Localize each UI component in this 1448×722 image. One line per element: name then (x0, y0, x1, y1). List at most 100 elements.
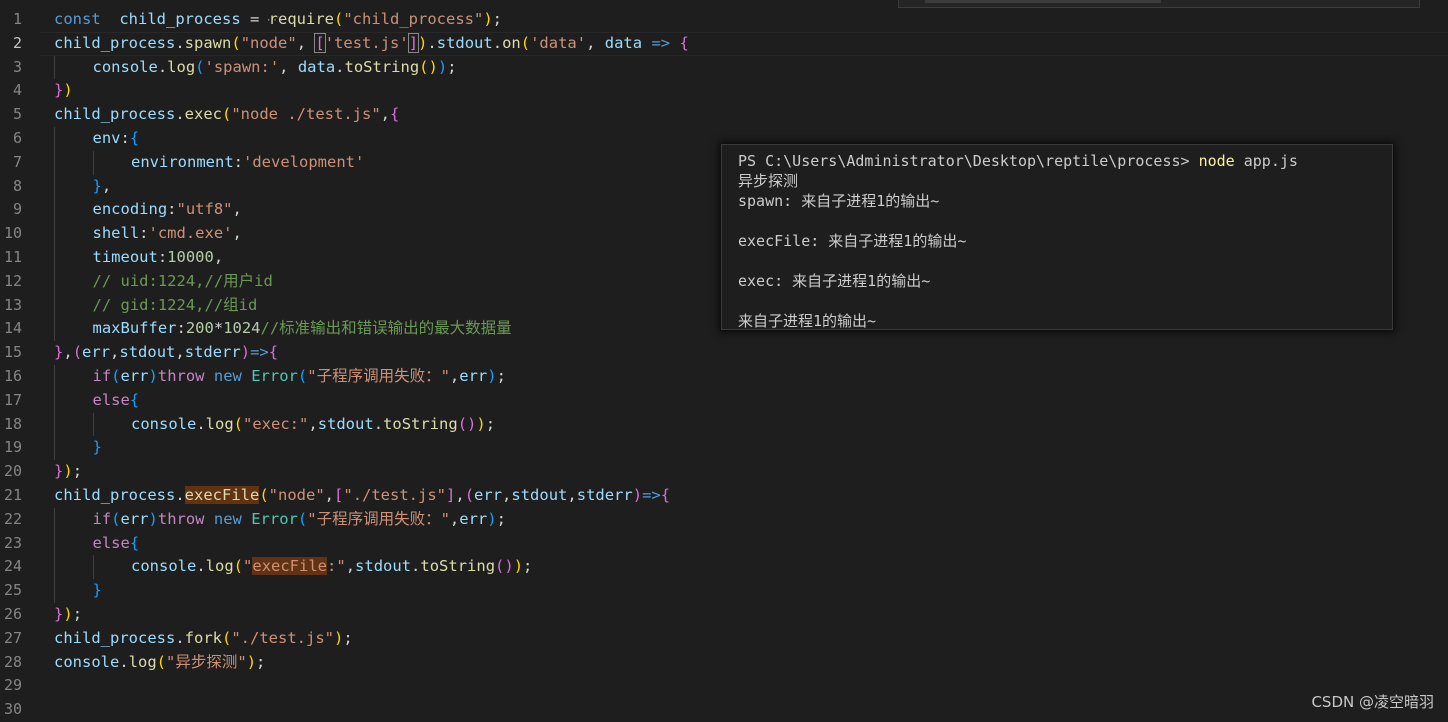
code-token: env (92, 128, 121, 147)
code-line[interactable]: 30 (0, 698, 1448, 722)
code-token: fork (184, 628, 222, 647)
code-text[interactable]: // gid:1224,//组id (93, 294, 258, 318)
line-number[interactable]: 26 (0, 603, 22, 627)
code-text[interactable]: if(err)throw new Error("子程序调用失败：",err); (93, 365, 506, 389)
code-token: , (455, 485, 465, 504)
code-text[interactable]: env:{ (93, 127, 140, 151)
line-number[interactable]: 17 (0, 389, 22, 413)
line-number[interactable]: 27 (0, 627, 22, 651)
find-input[interactable] (925, 0, 1161, 3)
code-line[interactable]: 24 console.log("execFile:",stdout.toStrin… (0, 555, 1448, 580)
code-editor[interactable]: 1 const child_process = require("child_pr… (0, 0, 1448, 722)
code-line[interactable]: 16 if(err)throw new Error("子程序调用失败：",err)… (0, 364, 1448, 389)
code-text[interactable]: timeout:10000, (93, 246, 224, 270)
code-text[interactable]: child_process.exec("node ./test.js",{ (54, 103, 399, 127)
line-number[interactable]: 12 (0, 270, 22, 294)
code-lines[interactable]: 1 const child_process = require("child_pr… (0, 8, 1448, 722)
code-text[interactable]: console.log("exec:",stdout.toString()); (131, 413, 495, 437)
code-token: . (492, 33, 503, 52)
code-line[interactable]: 22 if(err)throw new Error("子程序调用失败：",err)… (0, 507, 1448, 532)
line-number[interactable]: 3 (0, 56, 22, 80)
code-token: ) (487, 366, 497, 385)
code-token: encoding (92, 200, 168, 219)
line-number[interactable]: 13 (0, 294, 22, 318)
line-number[interactable]: 24 (0, 555, 22, 579)
code-text[interactable]: if(err)throw new Error("子程序调用失败：",err); (93, 508, 506, 532)
code-text[interactable]: console.log("execFile:",stdout.toString(… (131, 555, 532, 579)
line-number[interactable]: 15 (0, 341, 22, 365)
code-text[interactable]: child_process.spawn("node", ['test.js'])… (54, 32, 689, 56)
indent-guide (54, 222, 55, 246)
line-number[interactable]: 18 (0, 413, 22, 437)
code-text[interactable]: environment:'development' (131, 151, 364, 175)
code-text[interactable]: }) (54, 79, 73, 103)
line-number[interactable]: 16 (0, 365, 22, 389)
line-number[interactable]: 7 (0, 151, 22, 175)
code-line[interactable]: 18 console.log("exec:",stdout.toString())… (0, 412, 1448, 437)
line-number[interactable]: 1 (0, 8, 22, 32)
code-line[interactable]: 4}) (0, 79, 1448, 103)
line-number[interactable]: 11 (0, 246, 22, 270)
code-line[interactable]: 5 child_process.exec("node ./test.js",{ (0, 103, 1448, 127)
line-number[interactable]: 23 (0, 532, 22, 556)
code-text[interactable]: encoding:"utf8", (93, 198, 242, 222)
code-line[interactable]: 28 console.log("异步探测"); (0, 651, 1448, 675)
code-text[interactable]: child_process.execFile("node",["./test.j… (54, 484, 670, 508)
line-number[interactable]: 30 (0, 698, 22, 722)
code-text[interactable]: } (93, 436, 102, 460)
line-number[interactable]: 8 (0, 175, 22, 199)
code-line[interactable]: 17 else{ (0, 388, 1448, 413)
code-line[interactable]: 29 (0, 674, 1448, 698)
code-text[interactable]: },(err,stdout,stderr)=>{ (54, 341, 278, 365)
line-number[interactable]: 25 (0, 579, 22, 603)
code-text[interactable]: child_process.fork("./test.js"); (54, 627, 353, 651)
line-number[interactable]: 22 (0, 508, 22, 532)
code-token: stdout (317, 414, 374, 433)
code-token: . (373, 414, 384, 433)
line-number[interactable]: 21 (0, 484, 22, 508)
line-number[interactable]: 9 (0, 198, 22, 222)
code-text[interactable]: else{ (93, 532, 140, 556)
line-number[interactable]: 10 (0, 222, 22, 246)
line-number[interactable]: 6 (0, 127, 22, 151)
code-text[interactable]: }); (54, 460, 82, 484)
line-number[interactable]: 2 (0, 32, 22, 56)
code-token: maxBuffer (92, 319, 177, 338)
code-text[interactable]: console.log('spawn:', data.toString()); (93, 56, 457, 80)
line-number[interactable]: 28 (0, 651, 22, 675)
code-line[interactable]: 1 const child_process = require("child_pr… (0, 8, 1448, 32)
code-line[interactable]: 2 child_process.spawn("node", ['test.js']… (0, 31, 1448, 56)
watermark: CSDN @凌空暗羽 (1311, 693, 1434, 711)
line-number[interactable]: 5 (0, 103, 22, 127)
code-line[interactable]: 26}); (0, 603, 1448, 627)
code-text[interactable]: // uid:1224,//用户id (93, 270, 273, 294)
code-line[interactable]: 19} (0, 436, 1448, 461)
code-line[interactable]: 20}); (0, 460, 1448, 484)
code-text[interactable]: console.log("异步探测"); (54, 651, 265, 675)
code-text[interactable]: } (93, 579, 102, 603)
code-token: => (651, 33, 671, 52)
code-line[interactable]: 21 child_process.execFile("node",["./test… (0, 484, 1448, 508)
code-text[interactable]: }, (93, 175, 112, 199)
code-token: ) (63, 604, 73, 623)
code-line[interactable]: 25} (0, 579, 1448, 603)
line-number[interactable]: 19 (0, 436, 22, 460)
code-text[interactable]: shell:'cmd.exe', (93, 222, 242, 246)
code-line[interactable]: 3 console.log('spawn:', data.toString()); (0, 55, 1448, 80)
code-line[interactable]: 15 },(err,stdout,stderr)=>{ (0, 341, 1448, 365)
code-token: "./test.js" (343, 485, 447, 504)
line-number[interactable]: 29 (0, 674, 22, 698)
code-line[interactable]: 27 child_process.fork("./test.js"); (0, 627, 1448, 651)
line-number[interactable]: 4 (0, 79, 22, 103)
code-token: ) (246, 652, 257, 671)
code-text[interactable]: else{ (93, 389, 140, 413)
code-line[interactable]: 23 else{ (0, 531, 1448, 556)
find-widget[interactable] (898, 0, 1420, 8)
code-text[interactable]: maxBuffer:200*1024//标准输出和错误输出的最大数据量 (93, 317, 512, 341)
line-number[interactable]: 14 (0, 317, 22, 341)
line-number[interactable]: 20 (0, 460, 22, 484)
code-token: , (232, 200, 242, 219)
code-token: else (92, 533, 130, 552)
code-text[interactable]: }); (54, 603, 82, 627)
